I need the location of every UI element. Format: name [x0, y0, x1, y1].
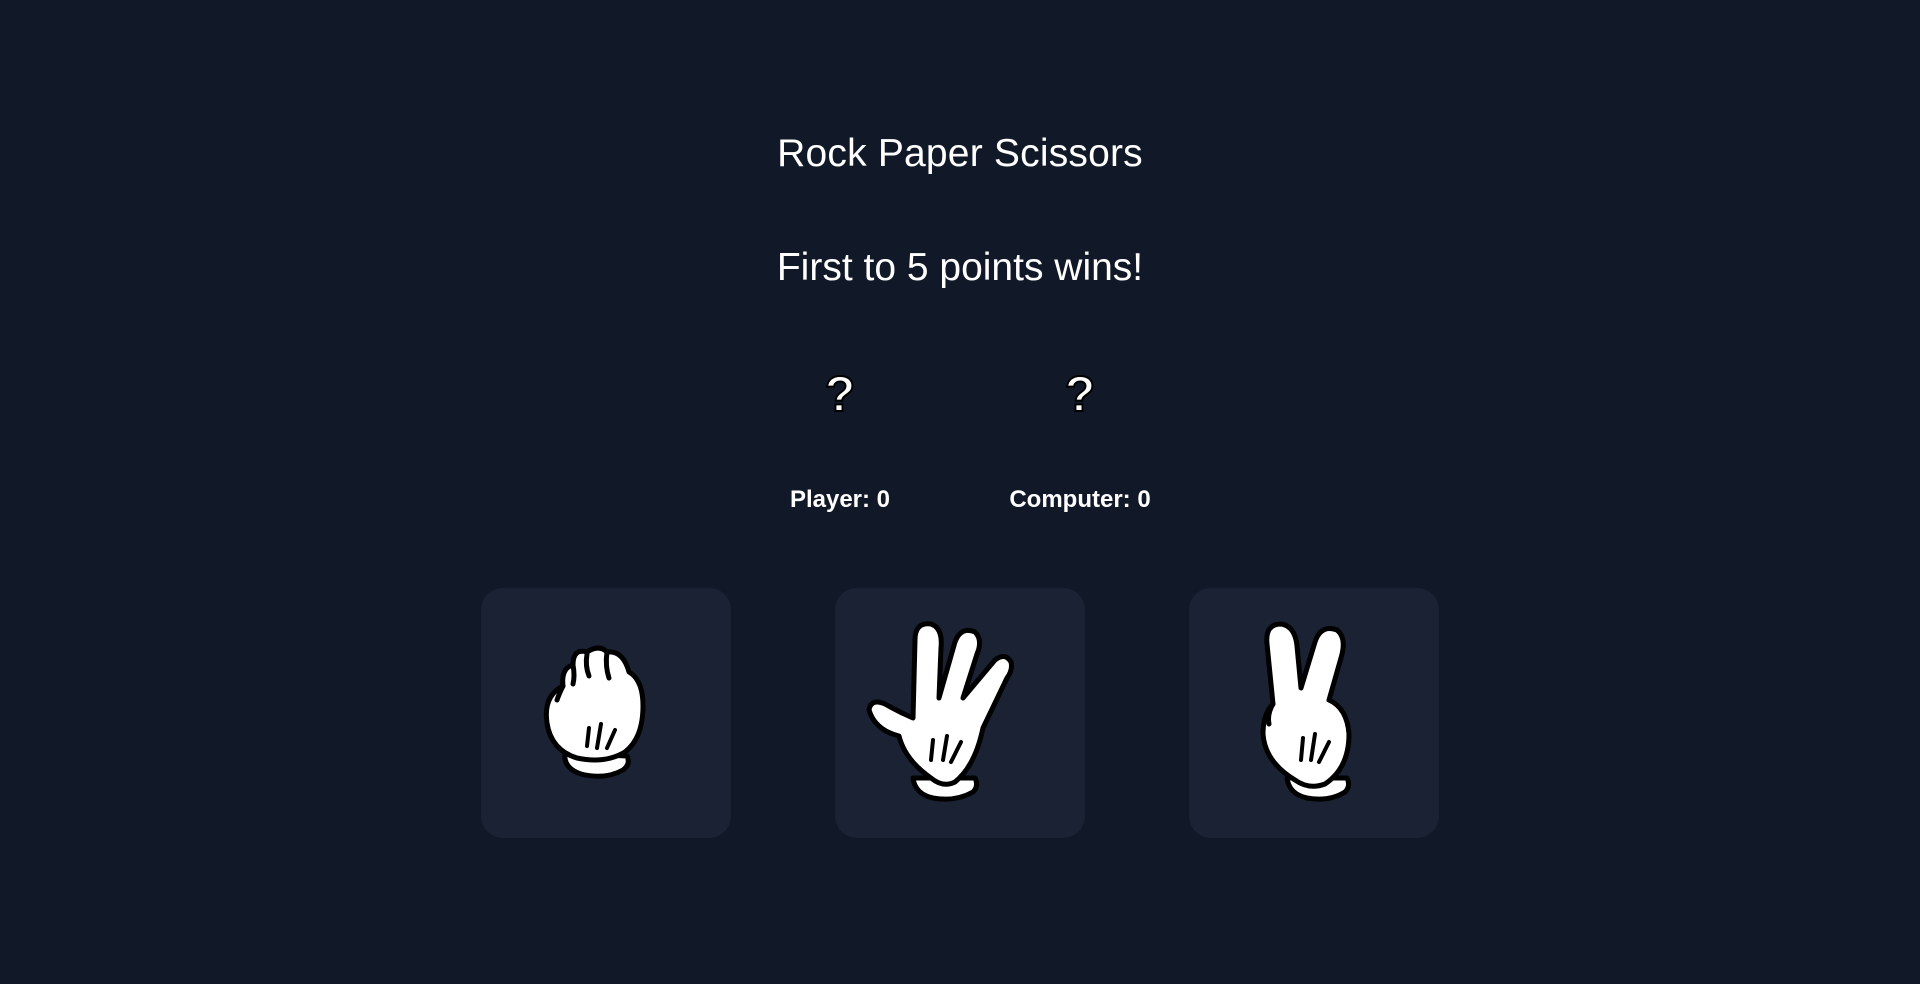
paper-hand-icon	[866, 621, 1014, 802]
paper-button[interactable]	[835, 588, 1085, 838]
scissors-hand-icon	[1260, 621, 1352, 802]
game-message: First to 5 points wins!	[776, 246, 1144, 289]
rock-button[interactable]	[481, 588, 731, 838]
page-title: Rock Paper Scissors	[777, 132, 1143, 175]
computer-choice-display: ?	[1064, 365, 1097, 423]
computer-score: Computer: 0	[1009, 486, 1151, 513]
scissors-button[interactable]	[1189, 588, 1439, 838]
rock-hand-icon	[543, 645, 646, 779]
game-page: Rock Paper Scissors First to 5 points wi…	[0, 0, 1920, 984]
player-score: Player: 0	[789, 486, 891, 513]
player-choice-display: ?	[824, 365, 857, 423]
